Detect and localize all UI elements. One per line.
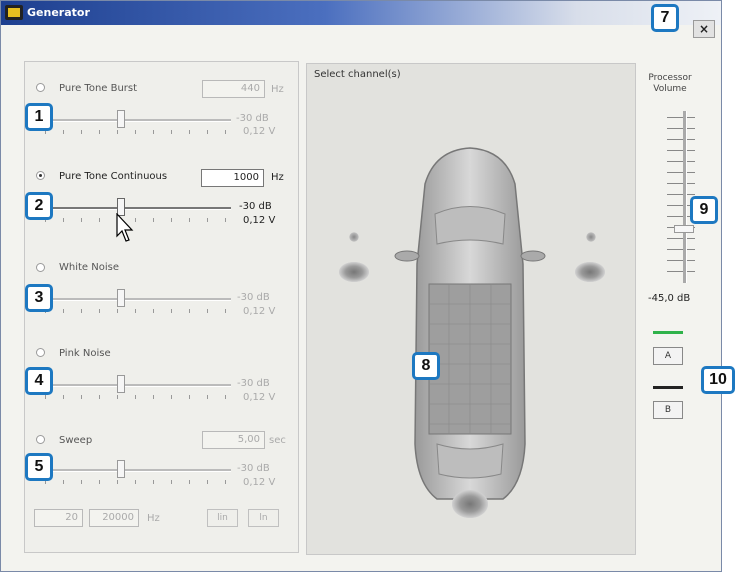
pure-tone-burst-volt: 0,12 V xyxy=(243,126,276,137)
pure-tone-continuous-db: -30 dB xyxy=(239,201,272,212)
callout-5: 5 xyxy=(25,453,53,481)
pure-tone-burst-radio[interactable] xyxy=(36,83,45,92)
pure-tone-continuous-radio[interactable] xyxy=(36,171,45,180)
preset-a-button[interactable]: A xyxy=(653,347,683,365)
pure-tone-burst-unit: Hz xyxy=(271,84,284,95)
sweep-ticks xyxy=(45,480,235,484)
white-noise-slider[interactable] xyxy=(117,289,125,307)
sweep-duration-field[interactable]: 5,00 xyxy=(202,431,265,449)
sweep-db: -30 dB xyxy=(237,463,270,474)
preset-b-indicator xyxy=(653,386,683,389)
callout-3: 3 xyxy=(25,284,53,312)
pink-noise-db: -30 dB xyxy=(237,378,270,389)
pure-tone-continuous-volt: 0,12 V xyxy=(243,215,276,226)
sweep-log-button[interactable]: ln xyxy=(248,509,279,527)
pink-noise-slider[interactable] xyxy=(117,375,125,393)
front-right-speaker-icon[interactable] xyxy=(575,262,605,282)
app-icon xyxy=(5,5,23,20)
subwoofer-icon[interactable] xyxy=(452,490,488,518)
callout-9: 9 xyxy=(690,196,718,224)
sweep-volt: 0,12 V xyxy=(243,477,276,488)
pink-noise-radio[interactable] xyxy=(36,348,45,357)
front-right-tweeter-icon[interactable] xyxy=(586,232,596,242)
white-noise-volt: 0,12 V xyxy=(243,306,276,317)
pure-tone-continuous-unit: Hz xyxy=(271,172,284,183)
sweep-lin-button[interactable]: lin xyxy=(207,509,238,527)
pink-noise-volt: 0,12 V xyxy=(243,392,276,403)
pink-noise-slider-track xyxy=(41,384,231,387)
white-noise-label: White Noise xyxy=(59,262,119,273)
sweep-label: Sweep xyxy=(59,435,93,446)
sweep-range-unit: Hz xyxy=(147,513,160,524)
callout-2: 2 xyxy=(25,192,53,220)
callout-4: 4 xyxy=(25,367,53,395)
pink-noise-ticks xyxy=(45,395,235,399)
title-bar: Generator xyxy=(1,1,721,25)
sweep-radio[interactable] xyxy=(36,435,45,444)
pure-tone-continuous-freq-field[interactable]: 1000 xyxy=(201,169,264,187)
close-button[interactable]: × xyxy=(693,20,715,38)
callout-10: 10 xyxy=(701,366,735,394)
pure-tone-burst-slider-track xyxy=(41,119,231,122)
sweep-duration-unit: sec xyxy=(269,435,286,446)
sweep-slider-track xyxy=(41,469,231,472)
channel-select-title: Select channel(s) xyxy=(314,69,401,80)
callout-1: 1 xyxy=(25,103,53,131)
sweep-to-field[interactable]: 20000 xyxy=(89,509,139,527)
pure-tone-burst-ticks xyxy=(45,130,235,134)
mouse-cursor-icon xyxy=(116,213,134,242)
volume-slider-track xyxy=(683,111,687,283)
pure-tone-burst-freq-field[interactable]: 440 xyxy=(202,80,265,98)
pure-tone-burst-slider[interactable] xyxy=(117,110,125,128)
front-left-speaker-icon[interactable] xyxy=(339,262,369,282)
generator-window: Generator Pure Tone Burst 440 Hz -30 dB … xyxy=(0,0,722,572)
car-top-view xyxy=(394,147,546,500)
volume-value: -45,0 dB xyxy=(648,293,691,304)
processor-volume-title: Processor Volume xyxy=(648,73,692,94)
channel-select-panel: Select channel(s) xyxy=(306,63,636,555)
pink-noise-label: Pink Noise xyxy=(59,348,111,359)
white-noise-slider-track xyxy=(41,298,231,301)
pure-tone-burst-label: Pure Tone Burst xyxy=(59,83,138,94)
sweep-from-field[interactable]: 20 xyxy=(34,509,83,527)
pure-tone-continuous-ticks xyxy=(45,218,235,222)
pure-tone-burst-db: -30 dB xyxy=(236,113,269,124)
white-noise-db: -30 dB xyxy=(237,292,270,303)
front-left-tweeter-icon[interactable] xyxy=(349,232,359,242)
sweep-slider[interactable] xyxy=(117,460,125,478)
pure-tone-continuous-slider-track xyxy=(41,207,231,210)
pure-tone-continuous-label: Pure Tone Continuous xyxy=(59,171,168,182)
white-noise-radio[interactable] xyxy=(36,263,45,272)
callout-8: 8 xyxy=(412,352,440,380)
callout-7: 7 xyxy=(651,4,679,32)
preset-a-indicator xyxy=(653,331,683,334)
volume-slider[interactable] xyxy=(674,225,694,233)
window-title: Generator xyxy=(27,6,90,19)
white-noise-ticks xyxy=(45,309,235,313)
preset-b-button[interactable]: B xyxy=(653,401,683,419)
